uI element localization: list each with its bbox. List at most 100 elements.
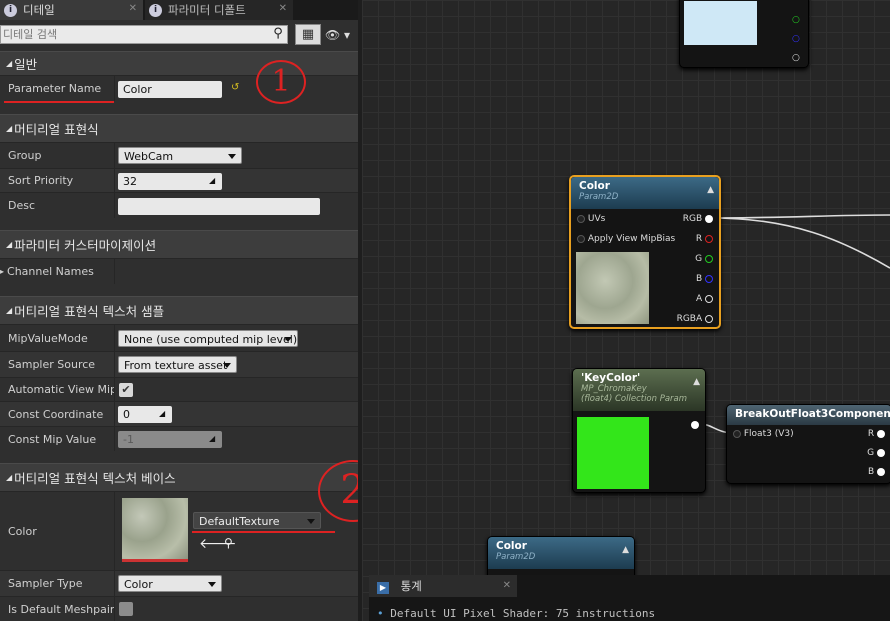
pin-b[interactable]: B: [868, 467, 885, 477]
property-row: Sampler Source From texture asset: [0, 351, 362, 377]
divider: [114, 193, 115, 218]
stats-text: Default UI Pixel Shader: 75 instructions: [390, 607, 656, 620]
chevron-down-icon: ◢: [6, 240, 13, 249]
const-coordinate-input[interactable]: 0 ◢: [118, 406, 172, 423]
tab-parameter-defaults[interactable]: i 파라미터 디폴트 ✕: [145, 0, 293, 20]
red-annotation-underline: [192, 531, 335, 533]
node-header: 'KeyColor' MP_ChromaKey (float4) Collect…: [573, 369, 705, 411]
node-partial-top[interactable]: ○ ○ ○: [679, 0, 809, 68]
divider: [114, 402, 115, 426]
stats-line: • Default UI Pixel Shader: 75 instructio…: [377, 607, 655, 620]
node-color-swatch: [577, 417, 649, 489]
search-input[interactable]: 디테일 검색: [0, 25, 288, 44]
tab-parameter-defaults-label: 파라미터 디폴트: [168, 3, 246, 17]
spin-arrows-icon: ◢: [209, 434, 216, 443]
section-parameter-customization[interactable]: ◢ 파라미터 커스터마이제이션: [0, 230, 362, 258]
pin-g[interactable]: G: [695, 254, 713, 264]
divider: [114, 492, 115, 570]
node-preview: [684, 1, 757, 45]
auto-view-mip-label: Automatic View Mip I: [8, 383, 114, 396]
divider: [114, 378, 115, 401]
desc-input[interactable]: [118, 198, 320, 215]
node-breakout-float3[interactable]: BreakOutFloat3Components Float3 (V3) R G…: [726, 404, 890, 484]
pin-b[interactable]: ○: [792, 34, 800, 44]
chevron-down-icon: ◢: [6, 124, 13, 133]
auto-view-mip-checkbox[interactable]: ✔: [119, 383, 133, 397]
section-texture-sample[interactable]: ◢ 머티리얼 표현식 텍스처 샘플: [0, 296, 362, 324]
pin-g[interactable]: ○: [792, 15, 800, 25]
divider: [114, 571, 115, 596]
tab-stats[interactable]: ▶ 통계 ✕: [369, 575, 517, 597]
spin-arrows-icon[interactable]: ◢: [209, 176, 218, 185]
pin-apply-view-mipbias[interactable]: Apply View MipBias: [577, 234, 675, 244]
section-title: 머티리얼 표현식: [14, 122, 99, 137]
sampler-type-combo[interactable]: Color: [118, 575, 222, 592]
pin-rgb[interactable]: RGB: [683, 214, 713, 224]
node-header: BreakOutFloat3Components: [727, 405, 890, 425]
tab-details[interactable]: i 디테일 ✕: [0, 0, 143, 20]
reset-to-default-icon[interactable]: ↺: [231, 82, 239, 93]
pin-uvs[interactable]: UVs: [577, 214, 605, 224]
close-icon[interactable]: ✕: [129, 3, 137, 14]
section-general[interactable]: ◢ 일반: [0, 51, 362, 75]
section-title: 머티리얼 표현식 텍스처 샘플: [14, 304, 165, 319]
section-material-expression[interactable]: ◢ 머티리얼 표현식: [0, 114, 362, 142]
property-matrix-button[interactable]: ▦: [295, 24, 321, 45]
info-icon: i: [149, 3, 162, 17]
tab-bar: i 디테일 ✕ i 파라미터 디폴트 ✕: [0, 0, 362, 20]
pin-output[interactable]: [691, 420, 699, 430]
node-keycolor[interactable]: 'KeyColor' MP_ChromaKey (float4) Collect…: [572, 368, 706, 493]
color-label: Color: [8, 524, 37, 538]
pin-a[interactable]: ○: [792, 53, 800, 63]
pin-float3-input[interactable]: Float3 (V3): [733, 429, 794, 439]
collapse-arrow-icon[interactable]: ▲: [693, 377, 700, 387]
is-default-meshpaint-checkbox[interactable]: [119, 602, 133, 616]
view-options-eye-icon[interactable]: 👁 ▾: [325, 26, 355, 44]
sampler-type-label: Sampler Type: [8, 577, 83, 590]
property-row[interactable]: ▸ Channel Names: [0, 258, 362, 284]
red-annotation-underline: [4, 101, 114, 103]
divider: [114, 169, 115, 192]
wire-rgb: [711, 214, 890, 219]
pin-a[interactable]: A: [696, 294, 713, 304]
group-combo[interactable]: WebCam: [118, 147, 242, 164]
section-title: 파라미터 커스터마이제이션: [14, 238, 157, 253]
sampler-source-combo[interactable]: From texture asset: [118, 356, 237, 373]
pin-r[interactable]: R: [696, 234, 713, 244]
browse-magnifier-icon[interactable]: ⚲: [224, 536, 233, 550]
close-icon[interactable]: ✕: [503, 575, 511, 597]
close-icon[interactable]: ✕: [279, 3, 287, 14]
sort-priority-input[interactable]: 32 ◢: [118, 173, 222, 190]
node-subtitle: Param2D: [579, 192, 619, 202]
node-title: Color: [579, 180, 610, 192]
channel-names-label: ▸ Channel Names: [0, 259, 106, 284]
property-row: Const Coordinate 0 ◢: [0, 401, 362, 426]
pin-b[interactable]: B: [696, 274, 713, 284]
parameter-name-input[interactable]: Color: [118, 81, 222, 98]
texture-asset-combo[interactable]: DefaultTexture: [193, 512, 321, 529]
pin-r[interactable]: R: [868, 429, 885, 439]
property-row: Group WebCam: [0, 142, 362, 168]
divider: [114, 76, 115, 101]
property-row: Is Default Meshpaint: [0, 596, 362, 621]
mip-value-mode-combo[interactable]: None (use computed mip level): [118, 330, 298, 347]
search-icon[interactable]: ⚲: [269, 26, 287, 43]
section-texture-base[interactable]: ◢ 머티리얼 표현식 텍스처 베이스: [0, 463, 362, 491]
property-row: Sort Priority 32 ◢: [0, 168, 362, 192]
pin-g[interactable]: G: [867, 448, 885, 458]
material-graph[interactable]: ○ ○ ○ Color Param2D ▲ UVs Apply View Mip…: [362, 0, 890, 621]
spin-arrows-icon[interactable]: ◢: [159, 409, 168, 418]
property-row: Parameter Name Color: [0, 75, 362, 101]
chevron-right-icon[interactable]: ▸: [0, 267, 4, 276]
divider: [114, 259, 115, 284]
collapse-arrow-icon[interactable]: ▲: [622, 545, 629, 555]
pin-rgba[interactable]: RGBA: [677, 314, 713, 324]
is-default-meshpaint-label: Is Default Meshpaint: [8, 602, 114, 616]
texture-thumbnail[interactable]: [122, 498, 188, 562]
node-title: 'KeyColor': [581, 372, 641, 384]
collapse-arrow-icon[interactable]: ▲: [707, 185, 714, 195]
const-mip-value-label: Const Mip Value: [8, 432, 97, 446]
node-color-param[interactable]: Color Param2D ▲ UVs Apply View MipBias R…: [569, 175, 721, 329]
chevron-down-icon: ◢: [6, 473, 13, 482]
bullet-icon: •: [377, 607, 384, 620]
